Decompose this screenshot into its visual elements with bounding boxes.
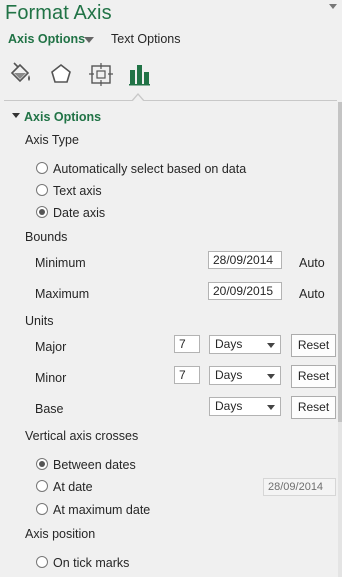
axis-type-label: Axis Type xyxy=(25,133,79,147)
at-date-input[interactable]: 28/09/2014 xyxy=(263,478,336,496)
radio-at-date-label[interactable]: At date xyxy=(53,480,93,494)
maximum-label: Maximum xyxy=(35,287,90,301)
tab-divider xyxy=(4,100,337,101)
size-properties-icon[interactable] xyxy=(88,61,114,87)
tab-dropdown-caret-icon[interactable] xyxy=(84,37,94,43)
radio-date-axis-label[interactable]: Date axis xyxy=(53,206,105,220)
scrollbar-thumb[interactable] xyxy=(338,102,342,422)
base-unit-select[interactable]: Days xyxy=(209,397,281,416)
bounds-label: Bounds xyxy=(25,230,68,244)
section-collapse-icon[interactable] xyxy=(12,113,20,118)
radio-date-axis[interactable] xyxy=(36,206,48,218)
radio-auto-select-label[interactable]: Automatically select based on data xyxy=(53,162,246,176)
radio-between-dates-label[interactable]: Between dates xyxy=(53,458,136,472)
minor-value-input[interactable]: 7 xyxy=(174,366,200,384)
minor-unit-select[interactable]: Days xyxy=(209,366,281,385)
selected-category-pointer-fill xyxy=(132,95,144,102)
chevron-down-icon xyxy=(267,374,275,379)
minimum-input[interactable]: 28/09/2014 xyxy=(208,251,282,269)
major-value-input[interactable]: 7 xyxy=(174,335,200,353)
base-reset-button[interactable]: Reset xyxy=(291,396,336,419)
base-label: Base xyxy=(35,402,64,416)
tab-text-options[interactable]: Text Options xyxy=(111,32,180,46)
radio-text-axis-label[interactable]: Text axis xyxy=(53,184,102,198)
major-unit-value: Days xyxy=(215,337,243,351)
radio-at-maximum-date-label[interactable]: At maximum date xyxy=(53,503,150,517)
major-reset-button[interactable]: Reset xyxy=(291,334,336,357)
minimum-auto-status: Auto xyxy=(299,256,325,270)
chevron-down-icon xyxy=(267,343,275,348)
minor-reset-button[interactable]: Reset xyxy=(291,365,336,388)
radio-between-dates[interactable] xyxy=(36,458,48,470)
minimum-label: Minimum xyxy=(35,256,86,270)
units-label: Units xyxy=(25,314,54,328)
maximum-input[interactable]: 20/09/2015 xyxy=(208,282,282,300)
radio-on-tick-marks-label[interactable]: On tick marks xyxy=(53,556,129,570)
effects-icon[interactable] xyxy=(48,61,74,87)
radio-auto-select[interactable] xyxy=(36,162,48,174)
chevron-down-icon xyxy=(267,405,275,410)
major-unit-select[interactable]: Days xyxy=(209,335,281,354)
tab-axis-options[interactable]: Axis Options xyxy=(8,32,85,46)
section-axis-options[interactable]: Axis Options xyxy=(24,110,101,124)
pane-options-arrow-icon[interactable] xyxy=(329,4,337,9)
axis-position-label: Axis position xyxy=(25,527,96,541)
vertical-axis-crosses-label: Vertical axis crosses xyxy=(25,429,139,443)
radio-on-tick-marks[interactable] xyxy=(36,556,48,568)
minor-unit-value: Days xyxy=(215,368,243,382)
radio-at-date[interactable] xyxy=(36,480,48,492)
pane-title: Format Axis xyxy=(5,2,112,24)
major-label: Major xyxy=(35,340,67,354)
radio-text-axis[interactable] xyxy=(36,184,48,196)
radio-at-maximum-date[interactable] xyxy=(36,503,48,515)
axis-options-icon[interactable] xyxy=(127,61,153,87)
base-unit-value: Days xyxy=(215,399,243,413)
minor-label: Minor xyxy=(35,371,67,385)
maximum-auto-status: Auto xyxy=(299,287,325,301)
fill-line-icon[interactable] xyxy=(8,61,34,87)
